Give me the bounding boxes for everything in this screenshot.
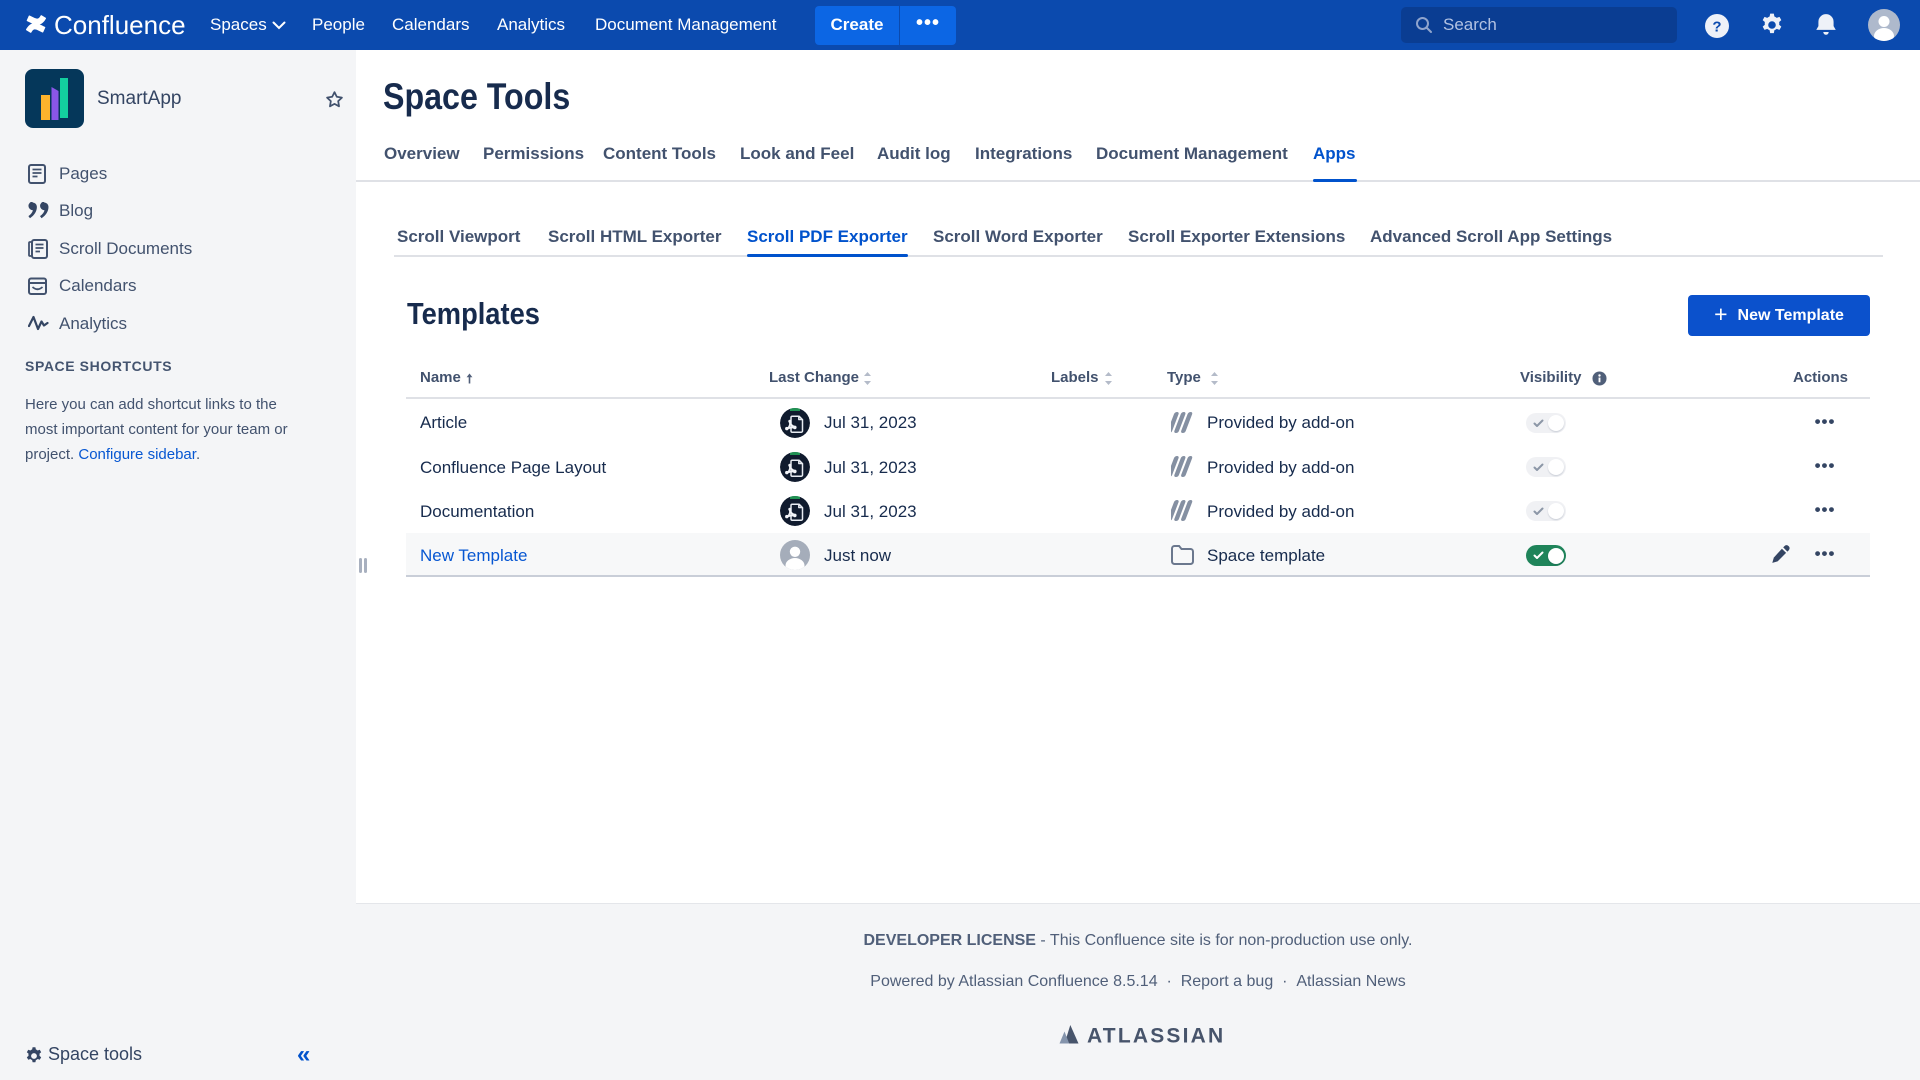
svg-text:?: ?: [1712, 19, 1721, 36]
svg-text:ATLASSIAN: ATLASSIAN: [1087, 1025, 1225, 1048]
